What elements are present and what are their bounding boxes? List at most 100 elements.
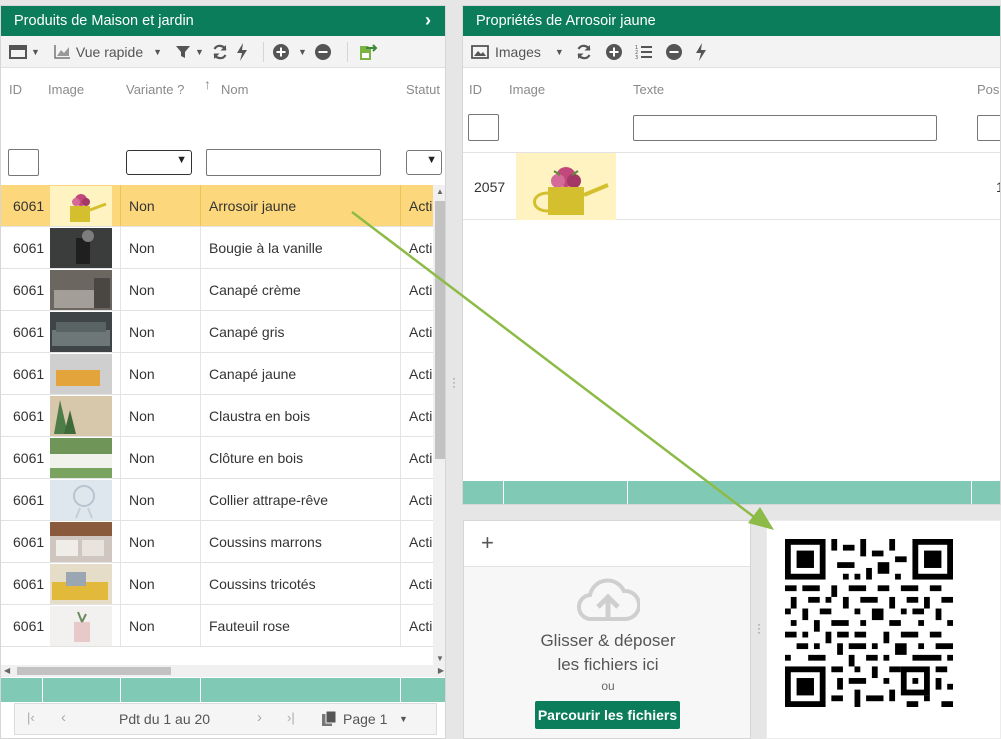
scrollbar-thumb[interactable] <box>435 201 445 459</box>
quick-view-button[interactable]: Vue rapide ▼ <box>53 44 162 60</box>
last-page-icon[interactable]: ›| <box>287 710 295 725</box>
column-divider <box>120 605 121 646</box>
table-row[interactable]: 6061 Non Coussins marrons Acti <box>1 521 433 563</box>
export-button[interactable] <box>356 42 378 62</box>
image-icon <box>471 44 489 59</box>
scrollbar-thumb[interactable] <box>17 667 171 675</box>
column-header-name[interactable]: Nom <box>221 82 248 97</box>
row-name: Canapé crème <box>209 281 301 298</box>
column-header-position[interactable]: Pos. <box>977 82 1000 97</box>
product-thumbnail <box>50 438 112 478</box>
column-divider <box>200 479 201 520</box>
column-header-text[interactable]: Texte <box>633 82 664 97</box>
action-button[interactable] <box>236 42 248 61</box>
first-page-icon[interactable]: |‹ <box>27 710 35 725</box>
product-thumbnail <box>50 270 112 310</box>
refresh-button[interactable] <box>575 43 593 61</box>
image-thumbnail <box>516 153 616 220</box>
scroll-up-icon[interactable]: ▲ <box>436 187 444 196</box>
column-divider <box>400 311 401 352</box>
list-order-button[interactable]: 123 <box>635 44 653 60</box>
table-row[interactable]: 6061 Non Canapé crème Acti <box>1 269 433 311</box>
column-divider <box>400 563 401 604</box>
dropzone[interactable]: Glisser & déposer les fichiers ici ou Pa… <box>464 567 750 738</box>
row-id: 6061 <box>13 407 45 424</box>
column-divider <box>120 678 121 702</box>
row-name: Clôture en bois <box>209 449 304 466</box>
column-header-variant[interactable]: Variante ? <box>126 82 184 97</box>
add-file-icon[interactable]: + <box>481 530 494 556</box>
table-row[interactable]: 6061 Non Fauteuil rose Acti <box>1 605 433 647</box>
column-header-image[interactable]: Image <box>509 82 545 97</box>
refresh-icon <box>213 44 227 59</box>
scroll-right-icon[interactable]: ▶ <box>438 666 444 675</box>
bolt-icon <box>236 42 247 61</box>
row-status: Acti <box>409 239 433 256</box>
scroll-left-icon[interactable]: ◀ <box>4 666 10 675</box>
image-row[interactable]: 2057 1 <box>463 152 1000 220</box>
add-button[interactable]: ▼ <box>272 43 307 61</box>
table-row[interactable]: 6061 Non Collier attrape-rêve Acti <box>1 479 433 521</box>
column-header-image[interactable]: Image <box>48 82 84 97</box>
splitter-handle-icon[interactable]: · · · <box>452 372 456 392</box>
refresh-button[interactable] <box>211 43 229 61</box>
name-filter-input[interactable] <box>206 149 381 176</box>
column-divider <box>400 521 401 562</box>
table-row[interactable]: 6061 Non Coussins tricotés Acti <box>1 563 433 605</box>
action-button[interactable] <box>695 42 707 61</box>
filter-icon <box>176 45 191 58</box>
prev-page-icon[interactable]: ‹ <box>61 709 66 726</box>
horizontal-scrollbar[interactable]: ◀ ▶ <box>1 665 445 677</box>
dropzone-or: ou <box>601 679 615 693</box>
browse-files-button[interactable]: Parcourir les fichiers <box>535 701 680 729</box>
table-row[interactable]: 6061 Non Bougie à la vanille Acti <box>1 227 433 269</box>
remove-button[interactable] <box>665 43 683 61</box>
variant-filter-select[interactable]: ▼ <box>126 150 192 175</box>
table-row[interactable]: 6061 Non Canapé jaune Acti <box>1 353 433 395</box>
pagination-bar: |‹ ‹ Pdt du 1 au 20 › ›| Page 1 ▼ <box>14 703 437 735</box>
column-divider <box>200 563 201 604</box>
products-toolbar: ▼ Vue rapide ▼ ▼ ▼ <box>1 36 445 68</box>
layout-menu-button[interactable]: ▼ <box>9 44 40 59</box>
id-filter-input[interactable] <box>8 149 39 176</box>
splitter-handle-icon[interactable]: · · · <box>757 618 761 638</box>
table-row[interactable]: 6061 Non Canapé gris Acti <box>1 311 433 353</box>
column-header-id[interactable]: ID <box>469 82 482 97</box>
dropzone-title: Glisser & déposer les fichiers ici <box>464 629 750 677</box>
column-header-id[interactable]: ID <box>9 82 22 97</box>
row-status: Acti <box>409 197 433 214</box>
column-divider <box>200 678 201 702</box>
text-filter-input[interactable] <box>633 115 937 141</box>
row-name: Bougie à la vanille <box>209 239 323 256</box>
row-variant: Non <box>129 323 155 340</box>
table-row[interactable]: 6061 Non Clôture en bois Acti <box>1 437 433 479</box>
chevron-right-icon[interactable]: › <box>425 10 431 31</box>
id-filter-input[interactable] <box>468 114 499 141</box>
column-divider <box>200 227 201 268</box>
qr-code-panel <box>766 520 1001 739</box>
add-button[interactable] <box>605 43 623 61</box>
row-id: 6061 <box>13 575 45 592</box>
chevron-down-icon: ▼ <box>426 154 437 166</box>
next-page-icon[interactable]: › <box>257 709 262 726</box>
column-divider <box>120 269 121 310</box>
status-filter-select[interactable]: ▼ <box>406 150 442 175</box>
numbered-list-icon: 123 <box>635 45 652 60</box>
table-row[interactable]: 6061 Non Arrosoir jaune Acti <box>1 185 433 227</box>
column-divider <box>120 437 121 478</box>
column-divider <box>400 605 401 646</box>
column-header-status[interactable]: Statut <box>406 82 440 97</box>
vertical-scrollbar[interactable]: ▲ ▼ <box>433 185 445 665</box>
plus-circle-icon <box>605 43 622 60</box>
position-filter-input[interactable] <box>977 115 1000 141</box>
table-row[interactable]: 6061 Non Claustra en bois Acti <box>1 395 433 437</box>
remove-button[interactable] <box>314 43 332 61</box>
caret-down-icon[interactable]: ▼ <box>399 714 408 724</box>
scroll-down-icon[interactable]: ▼ <box>436 654 444 663</box>
filter-button[interactable]: ▼ <box>175 44 204 60</box>
chart-icon <box>54 44 70 59</box>
row-id: 6061 <box>13 365 45 382</box>
row-variant: Non <box>129 239 155 256</box>
images-button[interactable]: Images ▼ <box>471 44 564 60</box>
page-selector[interactable]: Page 1 <box>343 711 387 727</box>
